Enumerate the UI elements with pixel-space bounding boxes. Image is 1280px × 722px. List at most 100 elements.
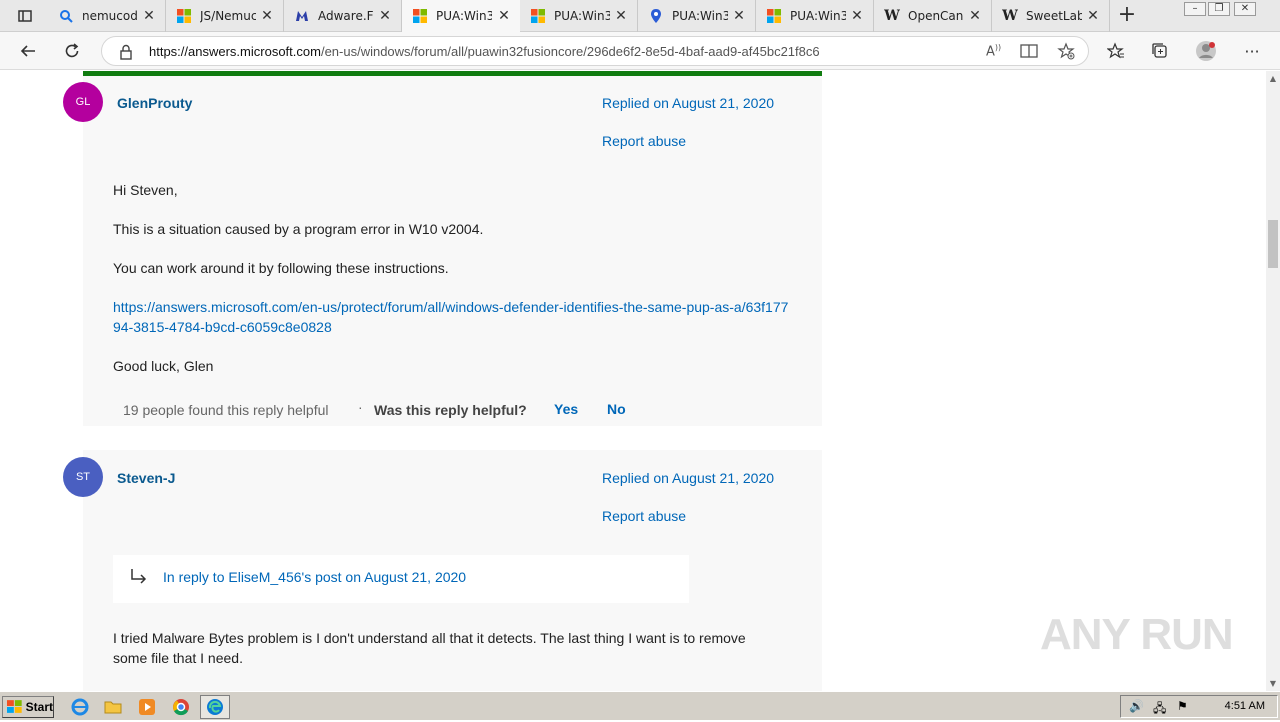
tab-strip: nemucod ✕ JS/Nemuc ✕ Adware.F ✕ PUA:Win3… xyxy=(0,0,1280,32)
new-tab-button[interactable]: + xyxy=(1115,4,1139,28)
microsoft-logo-icon xyxy=(412,8,428,24)
volume-icon[interactable]: 🔊 xyxy=(1129,699,1144,713)
taskbar: Start 🔊 🖧 ⚑ 4:51 AM xyxy=(0,691,1280,720)
tab-pua-active[interactable]: PUA:Win3 ✕ xyxy=(402,0,520,32)
no-button[interactable]: No xyxy=(607,401,626,417)
microsoft-logo-icon xyxy=(766,8,782,24)
tab-title: Adware.F xyxy=(318,9,374,23)
start-label: Start xyxy=(25,700,53,714)
favorites-button[interactable] xyxy=(1104,39,1128,63)
clock[interactable]: 4:51 AM xyxy=(1225,700,1265,712)
avatar[interactable]: ST xyxy=(63,457,103,497)
immersive-reader-icon[interactable] xyxy=(1020,43,1038,63)
tab-title: PUA:Win3 xyxy=(554,9,610,23)
microsoft-logo-icon xyxy=(176,8,192,24)
read-aloud-icon[interactable]: A)) xyxy=(986,43,1001,59)
settings-menu-button[interactable]: ··· xyxy=(1240,39,1264,63)
chrome-icon[interactable] xyxy=(171,697,191,717)
tab-actions-button[interactable] xyxy=(8,4,42,28)
tab-title: PUA:Win3 xyxy=(436,9,492,23)
minimize-button[interactable]: – xyxy=(1184,2,1206,16)
tab-adware[interactable]: Adware.F ✕ xyxy=(284,0,402,32)
tab-title: PUA:Win3 xyxy=(672,9,728,23)
helpful-count: 19 people found this reply helpful xyxy=(123,402,329,418)
close-icon[interactable]: ✕ xyxy=(849,8,865,24)
tab-pua-2[interactable]: PUA:Win3 ✕ xyxy=(520,0,638,32)
close-icon[interactable]: ✕ xyxy=(1085,8,1101,24)
page-content: GL GlenProuty Replied on August 21, 2020… xyxy=(0,71,1266,691)
add-favorite-icon[interactable] xyxy=(1057,42,1075,64)
close-icon[interactable]: ✕ xyxy=(613,8,629,24)
restore-button[interactable]: ❐ xyxy=(1208,2,1230,16)
in-reply-link[interactable]: In reply to EliseM_456's post on August … xyxy=(163,569,466,585)
more-icon: ··· xyxy=(1244,41,1260,61)
profile-button[interactable] xyxy=(1194,39,1218,63)
close-icon[interactable]: ✕ xyxy=(967,8,983,24)
close-icon[interactable]: ✕ xyxy=(141,8,157,24)
close-icon[interactable]: ✕ xyxy=(259,8,275,24)
in-reply-box: In reply to EliseM_456's post on August … xyxy=(113,555,689,603)
body-text: You can work around it by following thes… xyxy=(113,260,449,276)
lock-icon[interactable] xyxy=(119,44,133,64)
author-name[interactable]: Steven-J xyxy=(117,470,175,486)
ie-icon[interactable] xyxy=(70,697,90,717)
url-path: /en-us/windows/forum/all/puawin32fusionc… xyxy=(320,44,820,59)
scrollbar-thumb[interactable] xyxy=(1268,220,1278,268)
flag-icon[interactable]: ⚑ xyxy=(1177,699,1188,713)
url-host: https://answers.microsoft.com xyxy=(149,44,321,59)
body-text: I tried Malware Bytes problem is I don't… xyxy=(113,630,746,666)
folder-icon[interactable] xyxy=(103,697,123,717)
wikipedia-icon: W xyxy=(884,8,900,24)
wikipedia-icon: W xyxy=(1002,8,1018,24)
media-player-icon[interactable] xyxy=(137,697,157,717)
favorites-icon xyxy=(1107,42,1124,59)
tab-sweetlabs[interactable]: W SweetLab ✕ xyxy=(992,0,1110,32)
malwarebytes-icon xyxy=(294,8,310,24)
tab-title: SweetLab xyxy=(1026,9,1082,23)
helpful-question: Was this reply helpful? xyxy=(374,402,527,418)
tab-title: PUA:Win3 xyxy=(790,9,846,23)
refresh-button[interactable] xyxy=(60,39,84,63)
close-icon[interactable]: ✕ xyxy=(496,8,512,24)
close-icon[interactable]: ✕ xyxy=(377,8,393,24)
signoff-text: Good luck, Glen xyxy=(113,358,214,374)
scroll-down-icon[interactable]: ▼ xyxy=(1266,678,1280,690)
tab-pua-4[interactable]: PUA:Win3 ✕ xyxy=(756,0,874,32)
scroll-up-icon[interactable]: ▲ xyxy=(1266,73,1280,85)
url-text: https://answers.microsoft.com/en-us/wind… xyxy=(149,44,820,59)
start-button[interactable]: Start xyxy=(2,696,54,718)
search-icon xyxy=(58,8,74,24)
vertical-scrollbar[interactable] xyxy=(1266,71,1280,691)
edge-taskbar-button[interactable] xyxy=(200,695,230,719)
yes-button[interactable]: Yes xyxy=(554,401,578,417)
back-button[interactable] xyxy=(16,39,40,63)
tab-nemucod[interactable]: nemucod ✕ xyxy=(48,0,166,32)
solution-link[interactable]: https://answers.microsoft.com/en-us/prot… xyxy=(113,297,793,337)
address-bar[interactable]: https://answers.microsoft.com/en-us/wind… xyxy=(101,36,1089,66)
windows-logo-icon xyxy=(7,700,22,713)
tab-pua-3[interactable]: PUA:Win3 ✕ xyxy=(638,0,756,32)
edge-icon xyxy=(207,699,223,715)
tab-js-nemucod[interactable]: JS/Nemuc ✕ xyxy=(166,0,284,32)
collections-icon xyxy=(1152,43,1167,58)
replied-date[interactable]: Replied on August 21, 2020 xyxy=(602,470,774,486)
tab-title: JS/Nemuc xyxy=(200,9,256,23)
author-name[interactable]: GlenProuty xyxy=(117,95,192,111)
avatar-initials: ST xyxy=(75,471,91,483)
replied-date[interactable]: Replied on August 21, 2020 xyxy=(602,95,774,111)
avatar[interactable]: GL xyxy=(63,82,103,122)
report-abuse-link[interactable]: Report abuse xyxy=(602,508,686,524)
collections-button[interactable] xyxy=(1148,39,1172,63)
body-text: This is a situation caused by a program … xyxy=(113,221,484,237)
tab-opencandy[interactable]: W OpenCan ✕ xyxy=(874,0,992,32)
anyrun-watermark: ANY RUN xyxy=(1040,610,1234,659)
report-abuse-link[interactable]: Report abuse xyxy=(602,133,686,149)
tab-title: nemucod xyxy=(82,9,138,23)
close-window-button[interactable]: ✕ xyxy=(1234,2,1256,16)
network-icon[interactable]: 🖧 xyxy=(1153,699,1166,720)
system-tray: 🔊 🖧 ⚑ 4:51 AM xyxy=(1120,695,1278,718)
tab-title: OpenCan xyxy=(908,9,964,23)
close-icon[interactable]: ✕ xyxy=(731,8,747,24)
tab-actions-icon xyxy=(18,10,32,22)
avatar-initials: GL xyxy=(75,96,91,108)
